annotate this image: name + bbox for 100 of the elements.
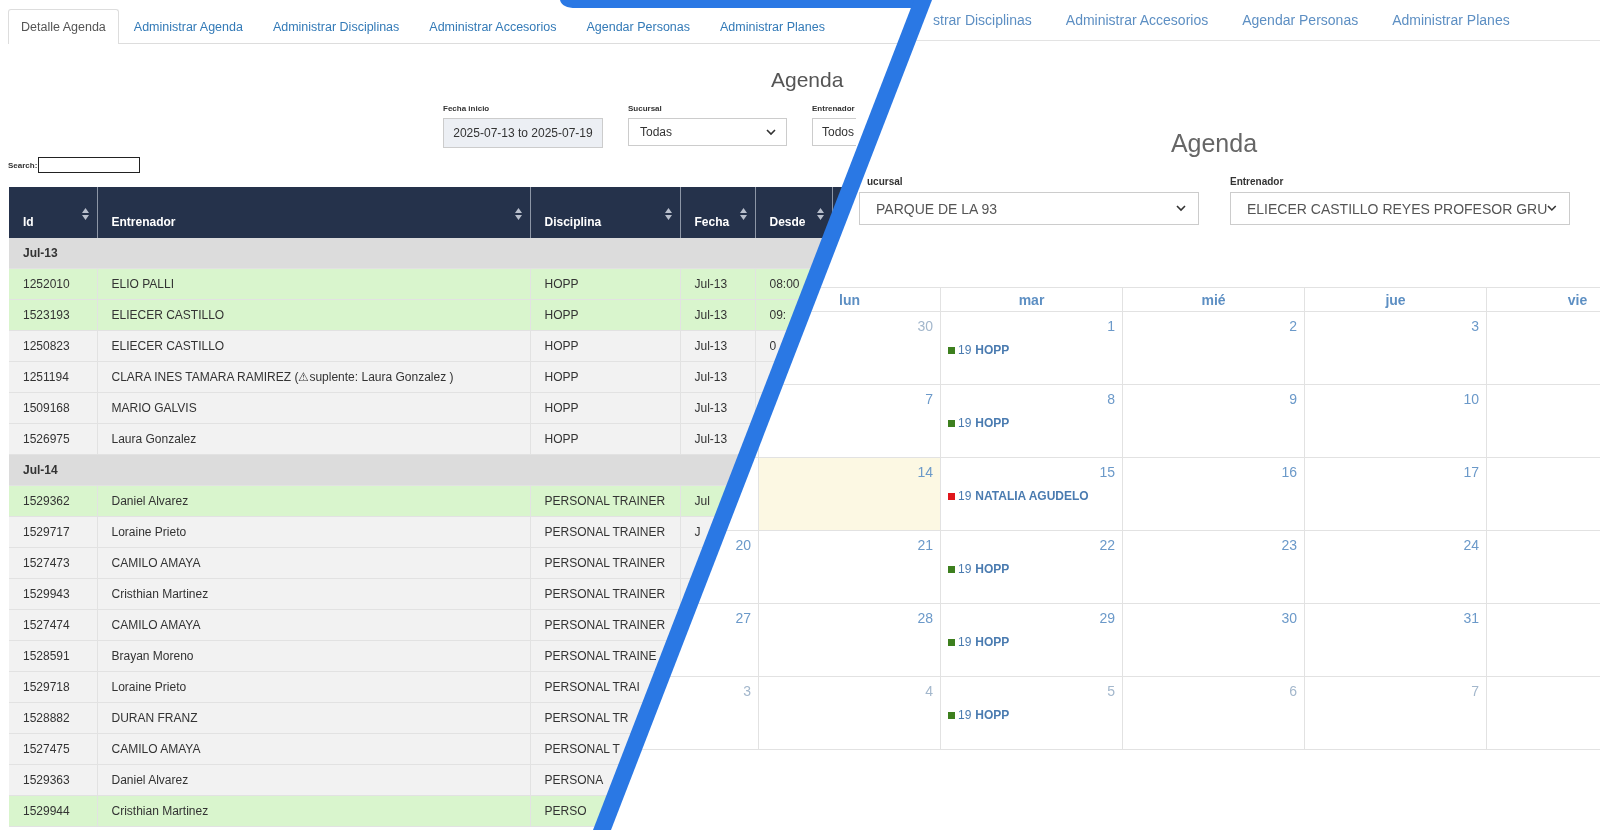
day-number: 31 — [1463, 610, 1479, 626]
tab[interactable]: Administrar Planes — [705, 9, 840, 43]
weekday-header: jue — [1385, 291, 1406, 308]
day-number: 24 — [1463, 537, 1479, 553]
sort-icon — [514, 208, 522, 220]
table-cell: 1529717 — [23, 525, 70, 539]
table-cell: Cristhian Martinez — [111, 587, 209, 601]
table-cell: Daniel Alvarez — [111, 494, 189, 508]
table-cell: CLARA INES TAMARA RAMIREZ (⚠suplente: Laura Gonzalez ) — [111, 370, 454, 384]
table-cell: HOPP — [544, 339, 579, 353]
table-cell: HOPP — [544, 277, 579, 291]
tab[interactable]: strar Disciplinas — [933, 12, 1049, 28]
table-cell: 1529943 — [23, 587, 70, 601]
table-cell: 1523193 — [23, 308, 70, 322]
day-number: 1 — [1107, 318, 1115, 334]
calendar-event[interactable]: 19 NATALIA AGUDELO — [948, 489, 1089, 503]
sort-icon — [816, 208, 824, 220]
chevron-icon — [1547, 205, 1557, 212]
day-number: 17 — [1463, 464, 1479, 480]
field-label: Fecha inicio — [443, 104, 490, 113]
table-cell: 1252010 — [23, 277, 70, 291]
group-header: Jul-13 — [23, 246, 58, 260]
tab[interactable]: Detalle Agenda — [8, 9, 119, 44]
table-cell: ELIO PALLI — [111, 277, 174, 291]
day-number: 10 — [1463, 391, 1479, 407]
weekday-header: vie — [1567, 291, 1588, 308]
search-field[interactable] — [38, 157, 141, 173]
table-cell: PERSO — [544, 804, 587, 818]
table-cell: MARIO GALVIS — [111, 401, 197, 415]
table-cell: CAMILO AMAYA — [111, 742, 201, 756]
table-cell: 1529944 — [23, 804, 70, 818]
field-label: Sucursal — [628, 104, 662, 113]
day-number: 2 — [1289, 318, 1297, 334]
column-header[interactable]: Entrenador — [97, 187, 530, 238]
table-cell: 0 — [769, 339, 777, 353]
table-cell: PERSONAL TRAINE — [544, 649, 657, 663]
table-cell: 1527474 — [23, 618, 70, 632]
search-label: Search: — [8, 160, 38, 170]
table-cell: PERSONAL TRAINER — [544, 618, 666, 632]
day-number: 30 — [1281, 610, 1297, 626]
date-range-field[interactable]: 2025-07-13 to 2025-07-19 — [443, 118, 603, 148]
day-number: 4 — [925, 683, 933, 699]
table-cell: Laura Gonzalez — [111, 432, 197, 446]
day-number: 22 — [1099, 537, 1115, 553]
day-number: 28 — [917, 610, 933, 626]
column-header[interactable]: Fecha — [680, 187, 755, 238]
table-cell: Jul-13 — [694, 339, 728, 353]
sort-icon — [664, 208, 672, 220]
tab[interactable]: Administrar Planes — [1375, 12, 1527, 28]
table-cell: Loraine Prieto — [111, 680, 187, 694]
table-cell: PERSONAL TRAINER — [544, 494, 666, 508]
calendar-event[interactable]: 19 HOPP — [948, 343, 1010, 357]
day-number: 3 — [1471, 318, 1479, 334]
day-number: 8 — [1107, 391, 1115, 407]
field-label: Entrenador — [1230, 176, 1284, 187]
table-cell: PERSONAL TRAI — [544, 680, 640, 694]
table-cell: 1526975 — [23, 432, 70, 446]
table-cell: PERSONAL TRAINER — [544, 525, 666, 539]
day-number: 29 — [1099, 610, 1115, 626]
table-cell: Jul-13 — [694, 308, 728, 322]
tab[interactable]: Administrar Accesorios — [1048, 12, 1226, 28]
dropdown[interactable]: ELIECER CASTILLO REYES PROFESOR GRU — [1230, 192, 1570, 225]
day-number: 14 — [917, 464, 933, 480]
tab[interactable]: Administrar Disciplinas — [257, 9, 415, 43]
sort-icon — [739, 208, 747, 220]
dropdown[interactable]: PARQUE DE LA 93 — [859, 192, 1199, 225]
field-label: ucursal — [867, 176, 903, 187]
chevron-icon — [766, 128, 776, 136]
table-cell: Daniel Alvarez — [111, 773, 189, 787]
calendar-event[interactable]: 19 HOPP — [948, 708, 1010, 722]
chevron-icon — [1176, 205, 1186, 212]
table-cell: 1528591 — [23, 649, 70, 663]
table-cell: 1527473 — [23, 556, 70, 570]
table-cell: PERSONAL T — [544, 742, 620, 756]
sort-icon — [81, 208, 89, 220]
tab[interactable]: Agendar Personas — [1225, 12, 1376, 28]
table-cell: PERSONA — [544, 773, 604, 787]
page-title: Agenda — [1170, 129, 1258, 158]
day-number: 3 — [743, 683, 751, 699]
table-cell: ELIECER CASTILLO — [111, 308, 225, 322]
calendar-event[interactable]: 19 HOPP — [948, 416, 1010, 430]
column-header[interactable]: Desde — [755, 187, 832, 238]
column-header[interactable]: Id — [9, 187, 97, 238]
weekday-header: lun — [839, 291, 860, 308]
field-label: Entrenador — [812, 104, 855, 113]
table-cell: PERSONAL TRAINER — [544, 556, 666, 570]
calendar-event[interactable]: 19 HOPP — [948, 562, 1010, 576]
table-cell: 1527475 — [23, 742, 70, 756]
tab[interactable]: Administrar Agenda — [118, 9, 258, 43]
table-cell: 1529362 — [23, 494, 70, 508]
tab[interactable]: Administrar Accesorios — [414, 9, 572, 43]
day-number: 16 — [1281, 464, 1297, 480]
page-title: Agenda — [771, 68, 844, 93]
dropdown[interactable]: Todas — [628, 118, 787, 146]
dropdown[interactable]: Todos — [812, 118, 856, 146]
calendar-event[interactable]: 19 HOPP — [948, 635, 1010, 649]
table-cell: 1251194 — [23, 370, 69, 384]
column-header[interactable]: Disciplina — [530, 187, 680, 238]
day-number: 9 — [1289, 391, 1297, 407]
tab[interactable]: Agendar Personas — [571, 9, 705, 43]
